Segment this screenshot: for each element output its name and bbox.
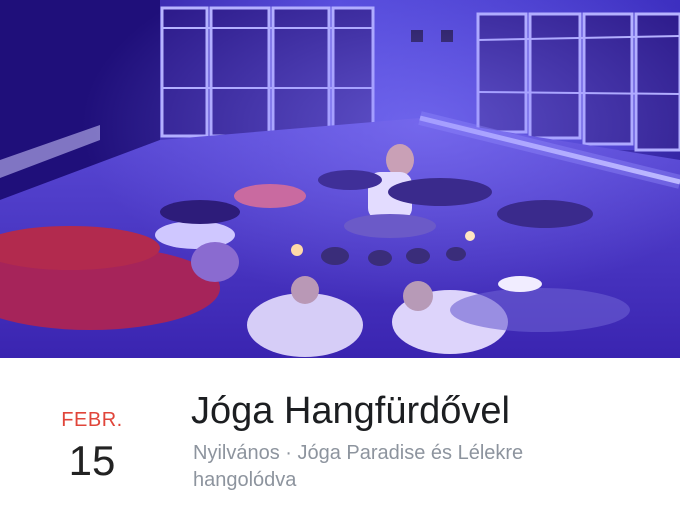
event-cover-photo[interactable]: [0, 0, 680, 358]
event-date-month: FEBR.: [61, 409, 123, 431]
event-privacy-and-hosts: Nyilvános · Jóga Paradise és Lélekre han…: [193, 442, 524, 491]
event-date: FEBR. 15: [40, 408, 144, 486]
cover-photo-image: [0, 0, 680, 358]
event-title[interactable]: Jóga Hangfürdővel: [191, 388, 510, 434]
event-date-day: 15: [68, 437, 116, 484]
event-info: FEBR. 15 Jóga Hangfürdővel Nyilvános · J…: [0, 358, 680, 522]
